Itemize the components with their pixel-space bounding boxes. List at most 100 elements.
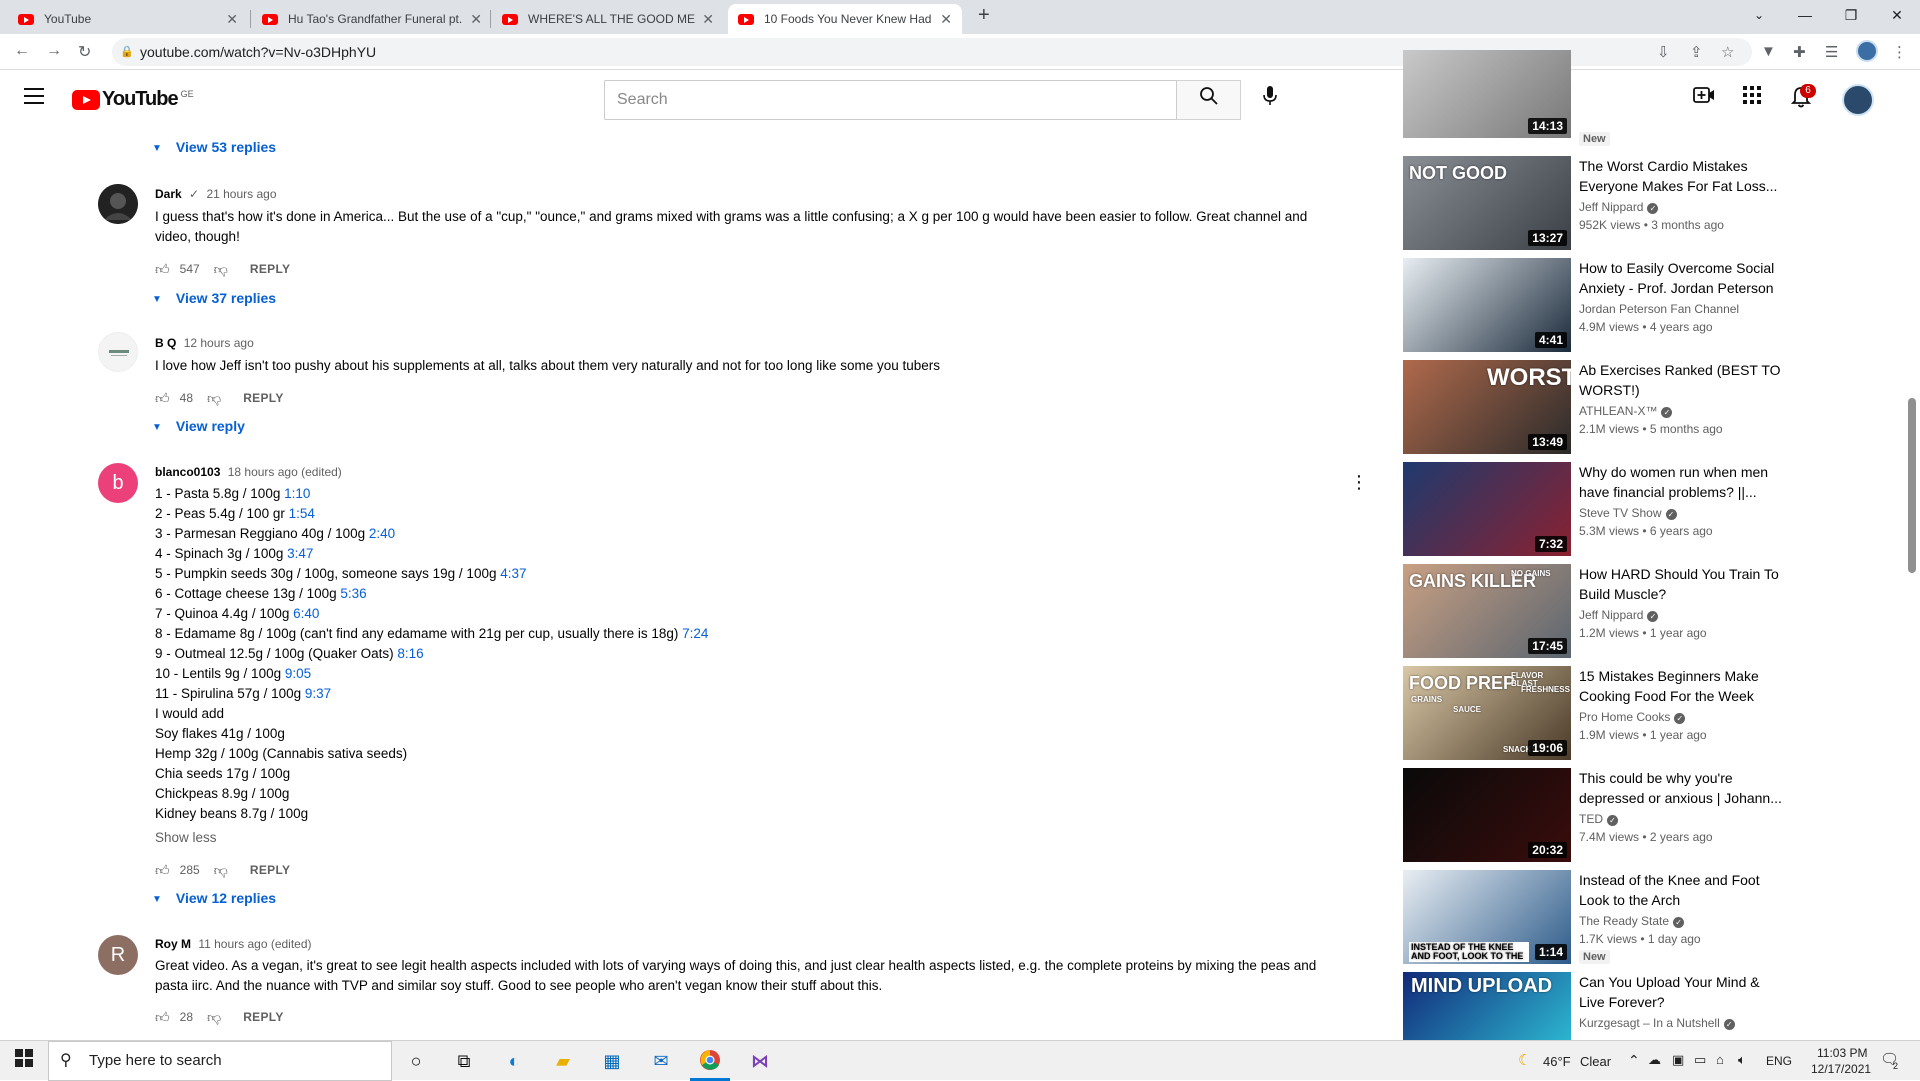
- comment-author[interactable]: Dark ✓ 21 hours ago: [155, 187, 277, 201]
- video-title[interactable]: Ab Exercises Ranked (BEST TO WORST!): [1579, 360, 1789, 400]
- video-thumbnail[interactable]: FOOD PREP FLAVOR BLAST GRAINS SAUCE FRESHNES…: [1403, 666, 1571, 760]
- more-menu-icon[interactable]: ⋮: [1892, 43, 1907, 61]
- video-title[interactable]: Can You Upload Your Mind & Live Forever?: [1579, 972, 1789, 1012]
- recommended-video[interactable]: WORST 13:49 Ab Exercises Ranked (BEST TO W…: [1403, 360, 1783, 456]
- comment-time[interactable]: 11 hours ago (edited): [198, 937, 311, 951]
- video-thumbnail[interactable]: 7:32: [1403, 462, 1571, 556]
- input-language[interactable]: ENG: [1766, 1054, 1792, 1068]
- view-replies-button[interactable]: ▼ View reply: [152, 418, 245, 434]
- timestamp-link[interactable]: 9:37: [305, 686, 331, 701]
- tray-chevron-icon[interactable]: ⌃: [1628, 1052, 1640, 1069]
- reply-button[interactable]: REPLY: [243, 391, 283, 405]
- lock-icon[interactable]: 🔒: [120, 45, 134, 58]
- comment-more-actions-icon[interactable]: ⋮: [1350, 472, 1368, 493]
- timestamp-link[interactable]: 8:16: [397, 646, 423, 661]
- youtube-logo[interactable]: YouTube GE: [72, 88, 194, 111]
- timestamp-link[interactable]: 2:40: [369, 526, 395, 541]
- like-icon[interactable]: 👍︎: [155, 1009, 170, 1026]
- channel-name[interactable]: Jordan Peterson Fan Channel: [1579, 302, 1739, 316]
- comment-time[interactable]: 12 hours ago: [184, 336, 254, 350]
- avatar[interactable]: [98, 332, 138, 372]
- minimize-button[interactable]: —: [1782, 0, 1828, 30]
- reply-button[interactable]: REPLY: [243, 1010, 283, 1024]
- dislike-icon[interactable]: 👎︎: [214, 261, 228, 278]
- video-title[interactable]: 15 Mistakes Beginners Make Cooking Food …: [1579, 666, 1789, 706]
- menu-icon[interactable]: [24, 88, 44, 104]
- timestamp-link[interactable]: 9:05: [285, 666, 311, 681]
- view-replies-button[interactable]: ▼ View 53 replies: [152, 139, 276, 155]
- comment-author[interactable]: B Q 12 hours ago: [155, 336, 254, 350]
- search-input[interactable]: Search: [604, 80, 1177, 120]
- account-avatar[interactable]: [1842, 84, 1874, 116]
- browser-tab[interactable]: WHERE'S ALL THE GOOD MEN? ✕: [492, 4, 724, 34]
- timestamp-link[interactable]: 5:36: [340, 586, 366, 601]
- voice-search-button[interactable]: [1252, 82, 1288, 118]
- reading-list-icon[interactable]: ☰: [1825, 43, 1838, 61]
- close-window-button[interactable]: ✕: [1874, 0, 1920, 30]
- file-explorer-icon[interactable]: ▰: [551, 1049, 575, 1073]
- timestamp-link[interactable]: 4:37: [500, 566, 526, 581]
- volume-icon[interactable]: 🔈︎: [1738, 1052, 1746, 1068]
- tab-search-icon[interactable]: ⌄: [1736, 0, 1782, 30]
- comment-time[interactable]: 21 hours ago: [206, 187, 276, 201]
- browser-tab-active[interactable]: 10 Foods You Never Knew Had T ✕: [728, 4, 962, 34]
- comment-author[interactable]: Roy M 11 hours ago (edited): [155, 937, 312, 951]
- view-replies-button[interactable]: ▼ View 12 replies: [152, 890, 276, 906]
- comment-time[interactable]: 18 hours ago (edited): [228, 465, 342, 479]
- dislike-icon[interactable]: 👎︎: [207, 1009, 221, 1026]
- recommended-video[interactable]: NOT GOOD 13:27 The Worst Cardio Mistakes E…: [1403, 156, 1783, 252]
- microsoft-store-icon[interactable]: ▦: [600, 1049, 624, 1073]
- task-view-icon[interactable]: ⧉: [452, 1049, 476, 1073]
- taskbar-search-input[interactable]: Type here to search: [48, 1041, 392, 1081]
- channel-name[interactable]: The Ready State ✓: [1579, 914, 1685, 928]
- timestamp-link[interactable]: 3:47: [287, 546, 313, 561]
- recommended-video[interactable]: INSTEAD OF THE KNEE AND FOOT, LOOK TO TH…: [1403, 870, 1783, 966]
- timestamp-link[interactable]: 1:10: [284, 486, 310, 501]
- timestamp-link[interactable]: 6:40: [293, 606, 319, 621]
- video-thumbnail[interactable]: GAINS KILLER NO GAINS 17:45: [1403, 564, 1571, 658]
- video-thumbnail[interactable]: 14:13: [1403, 50, 1571, 138]
- recommended-video[interactable]: 14:13 New: [1403, 50, 1783, 152]
- avatar[interactable]: R: [98, 935, 138, 975]
- recommended-video[interactable]: 7:32 Why do women run when men have finan…: [1403, 462, 1783, 558]
- channel-name[interactable]: Kurzgesagt – In a Nutshell ✓: [1579, 1016, 1735, 1030]
- video-thumbnail[interactable]: 20:32: [1403, 768, 1571, 862]
- recommended-video[interactable]: 4:41 How to Easily Overcome Social Anxiet…: [1403, 258, 1783, 354]
- view-replies-button[interactable]: ▼ View 37 replies: [152, 290, 276, 306]
- scrollbar-thumb[interactable]: [1908, 398, 1916, 573]
- reply-button[interactable]: REPLY: [250, 863, 290, 877]
- close-tab-icon[interactable]: ✕: [470, 11, 482, 28]
- video-thumbnail[interactable]: NOT GOOD 13:27: [1403, 156, 1571, 250]
- maximize-button[interactable]: ❐: [1828, 0, 1874, 30]
- edge-browser-icon[interactable]: ◐: [502, 1049, 526, 1073]
- search-button[interactable]: [1177, 80, 1241, 120]
- show-less-button[interactable]: Show less: [155, 830, 217, 845]
- chrome-icon[interactable]: [698, 1049, 722, 1073]
- avatar[interactable]: b: [98, 463, 138, 503]
- video-thumbnail[interactable]: 4:41: [1403, 258, 1571, 352]
- reply-button[interactable]: REPLY: [250, 262, 290, 276]
- close-tab-icon[interactable]: ✕: [226, 11, 238, 28]
- mail-icon[interactable]: ✉: [649, 1049, 673, 1073]
- video-thumbnail[interactable]: WORST 13:49: [1403, 360, 1571, 454]
- reload-icon[interactable]: ↻: [78, 42, 91, 62]
- like-icon[interactable]: 👍︎: [155, 261, 170, 278]
- weather-temp[interactable]: 46°F: [1543, 1054, 1571, 1069]
- recommended-video[interactable]: FOOD PREP FLAVOR BLAST GRAINS SAUCE FRESHNES…: [1403, 666, 1783, 762]
- clock-date[interactable]: 12/17/2021: [1811, 1062, 1871, 1076]
- browser-tab[interactable]: Hu Tao's Grandfather Funeral pt. ✕: [252, 4, 492, 34]
- video-title[interactable]: How HARD Should You Train To Build Muscl…: [1579, 564, 1789, 604]
- timestamp-link[interactable]: 1:54: [289, 506, 315, 521]
- avatar[interactable]: [98, 184, 138, 224]
- puzzle-extensions-icon[interactable]: ✚: [1793, 43, 1806, 61]
- channel-name[interactable]: ATHLEAN-X™ ✓: [1579, 404, 1673, 418]
- network-icon[interactable]: ⌂: [1716, 1052, 1724, 1067]
- video-title[interactable]: This could be why you're depressed or an…: [1579, 768, 1789, 808]
- close-tab-icon[interactable]: ✕: [702, 11, 714, 28]
- meet-now-icon[interactable]: ▣: [1672, 1052, 1684, 1068]
- like-icon[interactable]: 👍︎: [155, 390, 170, 407]
- recommended-video[interactable]: GAINS KILLER NO GAINS 17:45 How HARD Should…: [1403, 564, 1783, 660]
- forward-icon[interactable]: →: [46, 42, 62, 60]
- profile-avatar[interactable]: [1856, 40, 1878, 62]
- close-tab-icon[interactable]: ✕: [940, 11, 952, 28]
